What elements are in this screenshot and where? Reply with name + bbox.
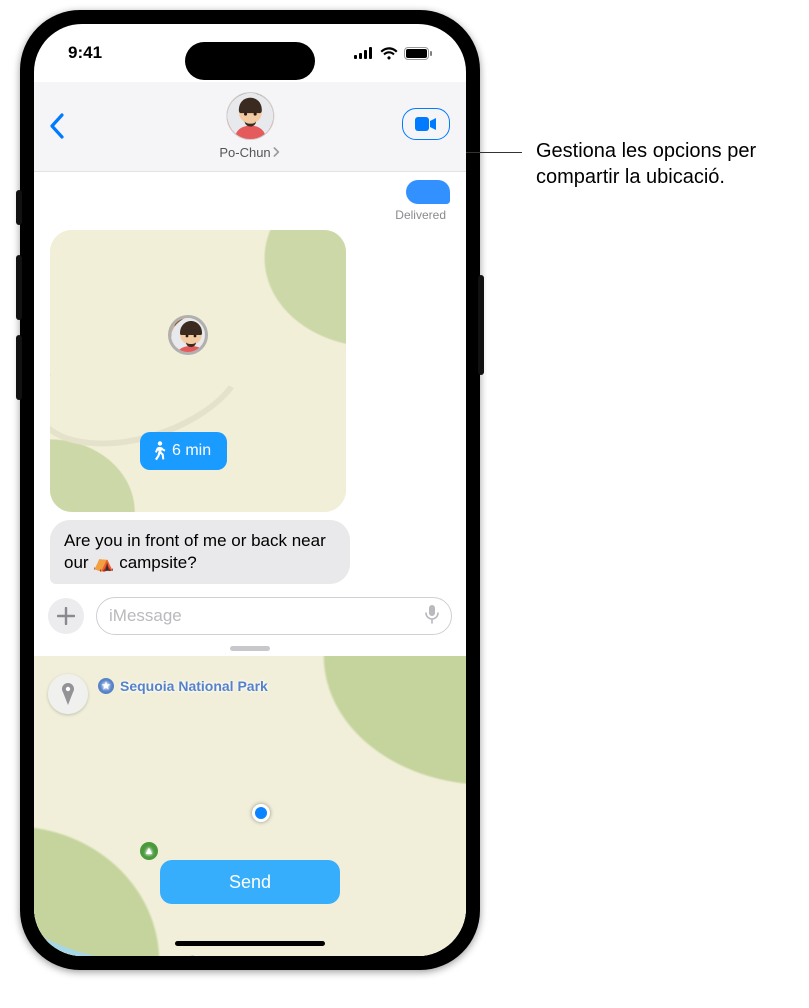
- chevron-right-icon: [273, 145, 281, 160]
- camp-poi[interactable]: ▲: [140, 842, 158, 860]
- silent-switch: [16, 190, 22, 225]
- battery-icon: [404, 47, 432, 60]
- park-name: Sequoia National Park: [120, 679, 268, 694]
- poi-star-icon: ★: [98, 678, 114, 694]
- conversation-area[interactable]: Delivered: [34, 172, 466, 956]
- map-picker-sheet[interactable]: ★ Sequoia National Park ▲ Send: [34, 656, 466, 956]
- power-button: [478, 275, 484, 375]
- delivered-status: Delivered: [395, 208, 446, 222]
- message-input-placeholder: iMessage: [109, 606, 182, 626]
- received-message-bubble[interactable]: Are you in front of me or back near our …: [50, 520, 350, 584]
- iphone-device-frame: 9:41: [20, 10, 480, 970]
- message-input[interactable]: iMessage: [96, 597, 452, 635]
- status-time: 9:41: [68, 43, 102, 63]
- walking-eta-badge[interactable]: 6 min: [140, 432, 227, 470]
- sheet-drag-handle[interactable]: [230, 646, 270, 651]
- pin-icon: [60, 683, 76, 705]
- current-location-dot: [252, 804, 270, 822]
- location-contact-pin: [168, 315, 208, 355]
- contact-avatar: [226, 92, 274, 140]
- video-icon: [415, 117, 437, 131]
- message-input-row: iMessage: [34, 590, 466, 642]
- callout-text: Gestiona les opcions per compartir la ub…: [536, 138, 786, 190]
- walking-icon: [152, 441, 166, 461]
- add-attachment-button[interactable]: [48, 598, 84, 634]
- tent-emoji: ⛺: [93, 553, 114, 572]
- message-text-after: campsite?: [114, 553, 196, 572]
- sent-message-bubble[interactable]: [406, 180, 450, 204]
- plus-icon: [57, 607, 75, 625]
- conversation-header: Po-Chun: [34, 82, 466, 172]
- home-indicator[interactable]: [175, 941, 325, 946]
- send-label: Send: [229, 872, 271, 893]
- park-poi-label[interactable]: ★ Sequoia National Park: [98, 678, 268, 694]
- volume-down-button: [16, 335, 22, 400]
- volume-up-button: [16, 255, 22, 320]
- shared-location-message[interactable]: 6 min: [50, 230, 346, 512]
- tent-icon: ▲: [140, 842, 158, 860]
- drop-pin-button[interactable]: [48, 674, 88, 714]
- contact-name-label: Po-Chun: [219, 145, 270, 160]
- facetime-button[interactable]: [402, 108, 450, 140]
- contact-info-button[interactable]: Po-Chun: [219, 92, 280, 162]
- screen: 9:41: [34, 24, 466, 956]
- walking-eta-label: 6 min: [172, 442, 211, 460]
- cellular-icon: [354, 47, 374, 59]
- dynamic-island: [185, 42, 315, 80]
- back-button[interactable]: [48, 112, 66, 145]
- send-location-button[interactable]: Send: [160, 860, 340, 904]
- dictation-icon[interactable]: [425, 604, 439, 629]
- wifi-icon: [380, 47, 398, 60]
